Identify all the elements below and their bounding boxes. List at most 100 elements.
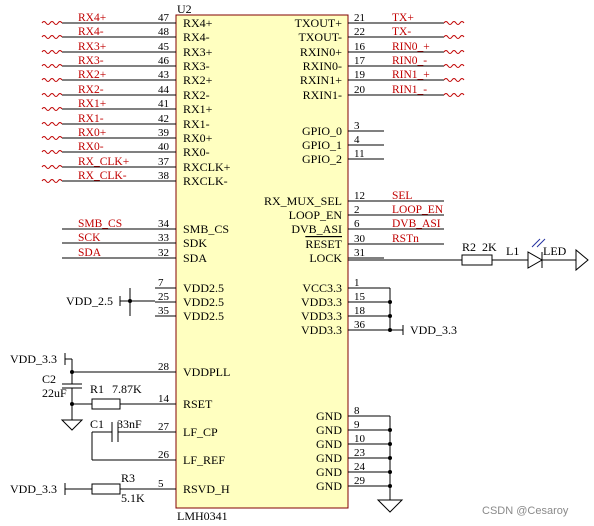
resistor-r3: [91, 483, 121, 495]
led-diode: [527, 251, 544, 269]
pin-number: 38: [158, 170, 170, 182]
port-marker: [41, 122, 63, 126]
pin-number: 18: [354, 305, 366, 317]
net-label: RX3-: [78, 55, 104, 67]
port-marker: [41, 107, 63, 111]
pin-number: 45: [158, 41, 170, 53]
r2-value: 2K: [482, 240, 497, 254]
pin-number: 28: [158, 361, 170, 373]
pin-name: RXIN1+: [300, 73, 342, 87]
pin-number: 37: [158, 156, 170, 168]
port-marker: [41, 21, 63, 25]
net-label: RX3+: [78, 41, 106, 53]
vdd25-net: VDD_2.5: [66, 288, 155, 316]
pin-name: GND: [316, 409, 342, 423]
net-label: TX-: [392, 26, 411, 38]
pin-name: VDD2.5: [183, 309, 224, 323]
net-label: SEL: [392, 190, 412, 202]
net-label: RX1-: [78, 113, 104, 125]
port-marker: [41, 93, 63, 97]
pin-name: RX_MUX_SEL: [264, 194, 342, 208]
net-label: RIN1_-: [392, 84, 427, 96]
pin-name: RXCLK-: [183, 174, 228, 188]
pin-name: RX0-: [183, 145, 210, 159]
port-marker: [443, 64, 465, 68]
pin-number: 33: [158, 232, 170, 244]
vdd33-pll-label: VDD_3.3: [10, 352, 57, 366]
pin-name: SMB_CS: [183, 222, 229, 236]
pin-name: RSET: [183, 397, 213, 411]
r1-ref: R1: [90, 382, 104, 396]
pin-name: TXOUT+: [295, 16, 343, 30]
vdd25-label: VDD_2.5: [66, 294, 113, 308]
pin-number: 46: [158, 55, 170, 67]
vdd33-rsvd-label: VDD_3.3: [10, 482, 57, 496]
pin-number: 8: [354, 405, 360, 417]
net-label: RX4+: [78, 12, 106, 24]
c2-ref: C2: [42, 372, 56, 386]
r2-ref: R2: [462, 240, 476, 254]
pin-name: VDD3.3: [301, 295, 342, 309]
pin-number: 20: [354, 84, 366, 96]
net-label: SDA: [78, 247, 102, 259]
rsvd-circuit: VDD_3.3 R3 5.1K: [10, 471, 176, 505]
pin-number: 24: [354, 461, 366, 473]
port-marker: [41, 50, 63, 54]
pin-number: 44: [158, 84, 170, 96]
led-label: LED: [543, 244, 567, 258]
pin-number: 41: [158, 98, 169, 110]
pin-name: RESET: [305, 237, 342, 251]
l1-ref: L1: [506, 244, 519, 258]
pin-number: 32: [158, 247, 169, 259]
pin-name: RX2-: [183, 88, 210, 102]
c1-value: 33nF: [117, 417, 142, 431]
c1-ref: C1: [90, 417, 104, 431]
pin-name: RX3-: [183, 59, 210, 73]
net-label: RX2+: [78, 69, 106, 81]
pin-name: LF_REF: [183, 453, 225, 467]
pin-name: RXCLK+: [183, 160, 231, 174]
pin-name: LOCK: [309, 251, 342, 265]
pin-number: 3: [354, 120, 360, 132]
pin-name: GPIO_0: [302, 124, 342, 138]
port-marker: [41, 64, 63, 68]
pin-number: 14: [158, 393, 170, 405]
pin-number: 22: [354, 26, 365, 38]
pin-number: 5: [158, 478, 164, 490]
pin-name: RX2+: [183, 73, 213, 87]
pin-number: 10: [354, 433, 366, 445]
net-label: RX0+: [78, 127, 106, 139]
pin-name: VDDPLL: [183, 365, 230, 379]
chip-ref: U2: [177, 2, 192, 16]
r3-value: 5.1K: [121, 491, 145, 505]
pin-number: 15: [354, 291, 366, 303]
pin-number: 27: [158, 421, 170, 433]
pin-name: VDD3.3: [301, 323, 342, 337]
net-label: LOOP_EN: [392, 204, 444, 216]
pin-name: RX0+: [183, 131, 213, 145]
watermark: CSDN @Cesaroy: [482, 505, 569, 517]
pin-number: 40: [158, 141, 170, 153]
led-ground-icon: [575, 248, 589, 272]
port-marker: [443, 50, 465, 54]
pin-name: RXIN0+: [300, 45, 342, 59]
port-marker: [41, 150, 63, 154]
pin-name: GPIO_1: [302, 138, 342, 152]
net-label: RIN1_+: [392, 69, 430, 81]
port-marker: [41, 35, 63, 39]
pin-number: 35: [158, 305, 170, 317]
pin-name: VDD2.5: [183, 281, 224, 295]
port-marker: [443, 35, 465, 39]
net-label: RIN0_-: [392, 55, 427, 67]
pin-name: GND: [316, 423, 342, 437]
net-label: RX1+: [78, 98, 106, 110]
pin-name: GPIO_2: [302, 152, 342, 166]
pin-name: RX4-: [183, 30, 210, 44]
pin-number: 25: [158, 291, 170, 303]
vdd33-right-label: VDD_3.3: [410, 323, 457, 337]
pin-number: 2: [354, 204, 360, 216]
port-marker: [41, 136, 63, 140]
vdd33-right-net: VDD_3.3: [388, 288, 457, 337]
pin-name: LOOP_EN: [289, 208, 343, 222]
pin-name: GND: [316, 465, 342, 479]
